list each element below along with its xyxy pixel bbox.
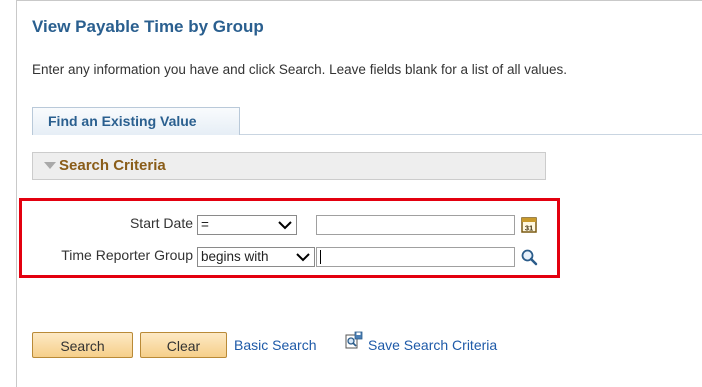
start-date-label: Start Date (129, 215, 193, 231)
search-criteria-header[interactable]: Search Criteria (32, 152, 546, 180)
chevron-down-icon (296, 253, 310, 262)
page-instructions: Enter any information you have and click… (32, 62, 568, 77)
start-date-input[interactable] (316, 215, 515, 235)
time-reporter-group-input[interactable] (316, 247, 515, 267)
text-cursor (320, 250, 321, 264)
tab-find-existing-value[interactable]: Find an Existing Value (32, 107, 240, 135)
time-reporter-group-label: Time Reporter Group (61, 247, 193, 263)
basic-search-link[interactable]: Basic Search (234, 337, 316, 353)
svg-text:31: 31 (525, 224, 533, 233)
collapse-caret-icon[interactable] (44, 162, 56, 169)
content-frame (16, 0, 702, 387)
start-date-operator-value: = (201, 217, 209, 232)
time-reporter-group-operator-value: begins with (201, 249, 269, 264)
chevron-down-icon (278, 221, 292, 230)
lookup-magnifier-icon[interactable] (520, 248, 538, 266)
page-title: View Payable Time by Group (32, 17, 264, 36)
start-date-operator-select[interactable]: = (197, 215, 297, 235)
clear-button[interactable]: Clear (140, 332, 227, 358)
tab-divider (240, 134, 702, 135)
calendar-icon[interactable]: 31 (520, 216, 538, 234)
tab-label: Find an Existing Value (48, 113, 197, 129)
save-search-criteria-link[interactable]: Save Search Criteria (368, 337, 497, 353)
time-reporter-group-operator-select[interactable]: begins with (197, 247, 315, 267)
save-criteria-icon[interactable] (344, 331, 364, 351)
search-criteria-label: Search Criteria (59, 157, 166, 174)
search-button[interactable]: Search (32, 332, 133, 358)
